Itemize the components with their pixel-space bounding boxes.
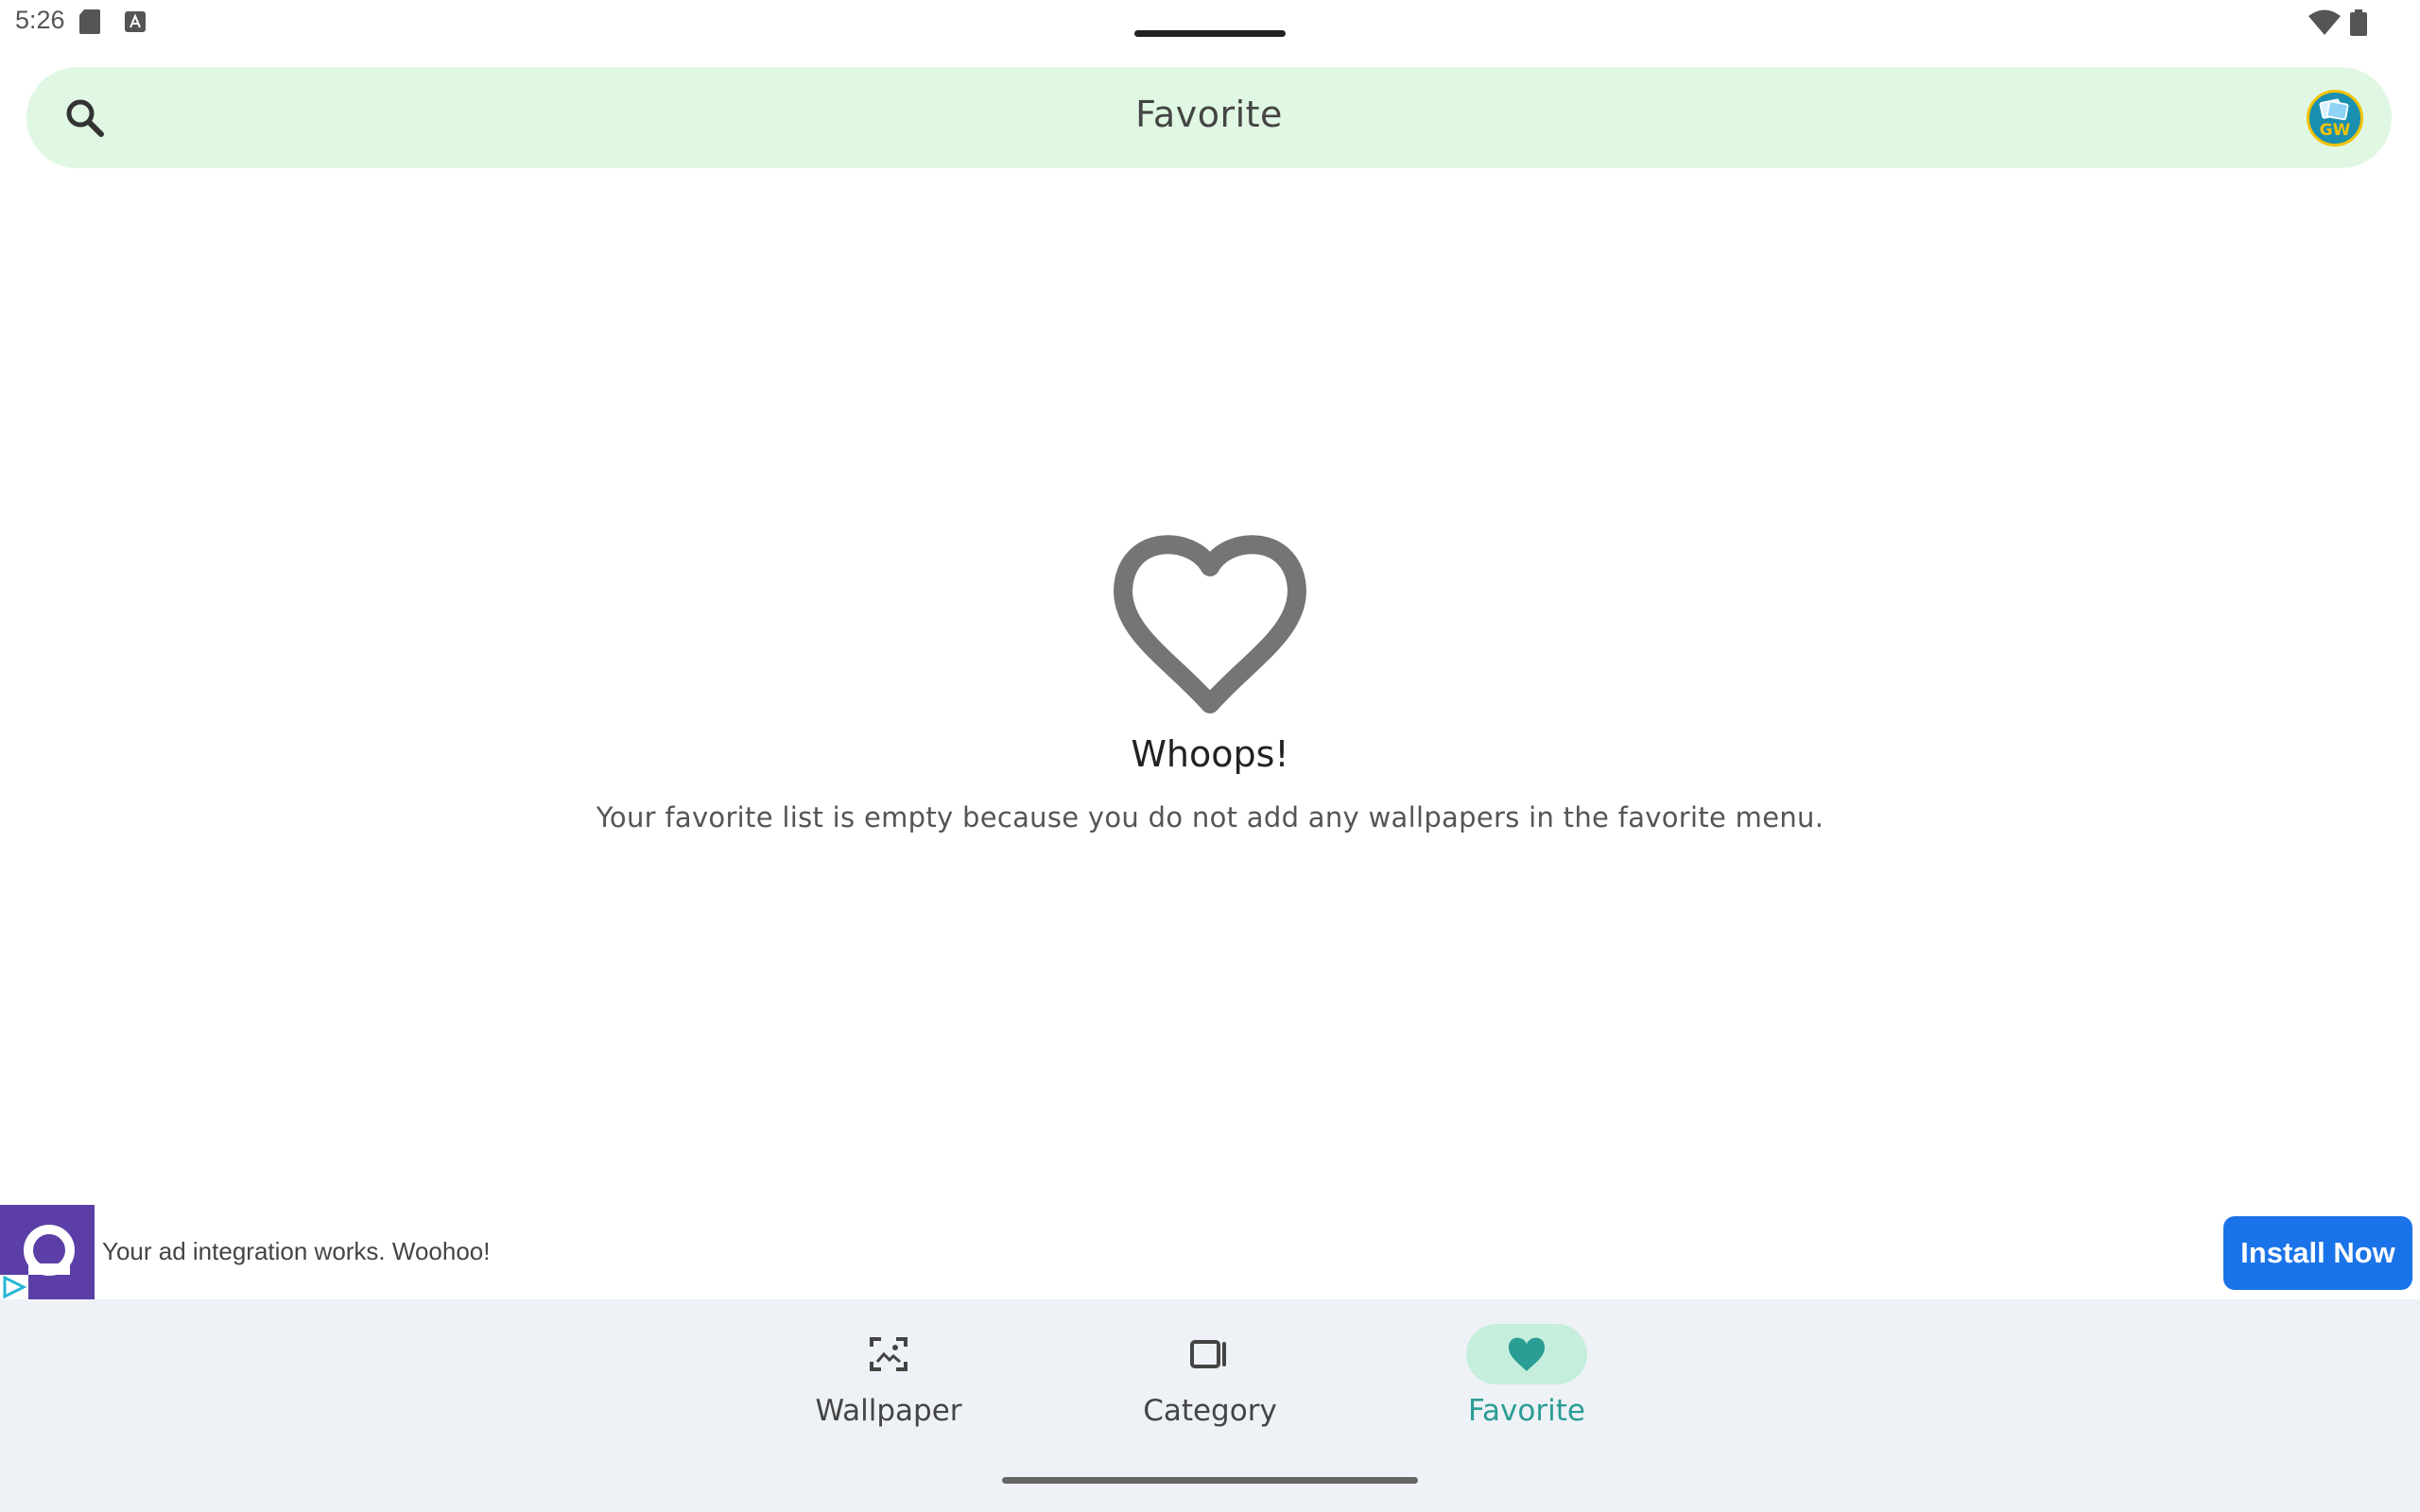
bottom-navigation: Wallpaper Category Favorite <box>0 1299 2420 1512</box>
text-a-icon <box>125 11 146 32</box>
nav-item-favorite[interactable]: Favorite <box>1423 1299 1631 1432</box>
wallpaper-icon <box>870 1337 908 1371</box>
home-gesture-bar[interactable] <box>1002 1477 1418 1484</box>
nav-label-favorite: Favorite <box>1468 1394 1585 1428</box>
install-now-button[interactable]: Install Now <box>2223 1216 2412 1290</box>
top-drag-handle <box>1134 30 1286 37</box>
empty-state-description: Your favorite list is empty because you … <box>596 801 1824 833</box>
sd-card-icon <box>79 9 100 34</box>
wifi-icon <box>2308 9 2341 35</box>
status-time: 5:26 <box>15 6 65 34</box>
empty-state-title: Whoops! <box>1131 733 1289 775</box>
ad-banner[interactable]: Your ad integration works. Woohoo! Insta… <box>0 1205 2420 1299</box>
nav-label-wallpaper: Wallpaper <box>815 1394 962 1428</box>
ad-logo[interactable] <box>0 1205 95 1299</box>
avatar-text: GW <box>2319 121 2351 140</box>
nav-label-category: Category <box>1143 1394 1277 1428</box>
nav-item-wallpaper[interactable]: Wallpaper <box>785 1299 993 1432</box>
ad-choices-icon[interactable] <box>0 1275 28 1299</box>
heart-icon <box>1509 1337 1545 1371</box>
search-bar[interactable]: Favorite GW <box>26 67 2392 168</box>
ad-text: Your ad integration works. Woohoo! <box>102 1237 491 1265</box>
search-title: Favorite <box>1135 94 1283 135</box>
battery-icon <box>2350 9 2367 36</box>
avatar[interactable]: GW <box>2307 90 2363 146</box>
category-icon <box>1190 1340 1226 1368</box>
heart-outline-icon <box>1114 535 1306 713</box>
nav-item-category[interactable]: Category <box>1106 1299 1314 1432</box>
status-bar: 5:26 <box>0 0 2420 47</box>
